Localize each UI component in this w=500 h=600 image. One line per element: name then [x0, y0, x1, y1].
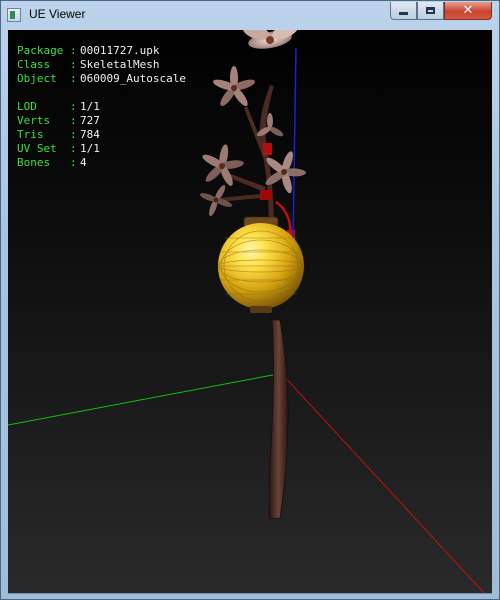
- window-title: UE Viewer: [29, 7, 86, 21]
- maximize-icon: [426, 7, 435, 14]
- lod-value: 1/1: [80, 100, 100, 113]
- info-row-verts: Verts : 727: [17, 114, 186, 128]
- verts-label: Verts :: [17, 114, 84, 127]
- tris-value: 784: [80, 128, 100, 141]
- app-icon: [7, 8, 21, 22]
- class-label: Class :: [17, 58, 84, 71]
- trunk: [268, 319, 289, 520]
- flower-top: [242, 30, 299, 49]
- side-branch-2: [230, 174, 266, 192]
- object-value: 060009_Autoscale: [80, 72, 186, 85]
- bone-line: [292, 47, 297, 241]
- minimize-icon: [399, 12, 408, 15]
- uvset-label: UV Set :: [17, 142, 84, 155]
- lod-label: LOD :: [17, 100, 84, 113]
- bones-label: Bones :: [17, 156, 84, 169]
- close-button[interactable]: ✕: [444, 2, 492, 20]
- info-row-bones: Bones : 4: [17, 156, 186, 170]
- verts-value: 727: [80, 114, 100, 127]
- minimize-button[interactable]: [390, 2, 417, 20]
- window-bottom-border: [8, 593, 492, 594]
- class-value: SkeletalMesh: [80, 58, 160, 71]
- 3d-viewport[interactable]: Package : 00011727.upk Class : SkeletalM…: [8, 30, 492, 593]
- uvset-value: 1/1: [80, 142, 100, 155]
- info-row-tris: Tris : 784: [17, 128, 186, 142]
- tris-label: Tris :: [17, 128, 84, 141]
- info-row-package: Package : 00011727.upk: [17, 44, 186, 58]
- info-row-lod: LOD : 1/1: [17, 100, 186, 114]
- title-bar[interactable]: UE Viewer ✕: [1, 1, 499, 30]
- maximize-button[interactable]: [417, 2, 444, 20]
- y-axis-line: [8, 373, 279, 426]
- object-label: Object :: [17, 72, 84, 85]
- info-row-class: Class : SkeletalMesh: [17, 58, 186, 72]
- x-axis-line: [279, 371, 485, 593]
- red-tie-1: [263, 143, 272, 155]
- package-value: 00011727.upk: [80, 44, 160, 57]
- package-label: Package :: [17, 44, 84, 57]
- flower-left-upper: [213, 66, 255, 107]
- bones-value: 4: [80, 156, 87, 169]
- ue-viewer-window: UE Viewer ✕ Package: 00011727.upk Class…: [0, 0, 500, 600]
- red-tie-2: [260, 190, 272, 200]
- mesh-info-panel: Package : 00011727.upk Class : SkeletalM…: [17, 44, 186, 170]
- info-row-object: Object : 060009_Autoscale: [17, 72, 186, 86]
- info-row-uvset: UV Set : 1/1: [17, 142, 186, 156]
- close-icon: ✕: [462, 3, 474, 18]
